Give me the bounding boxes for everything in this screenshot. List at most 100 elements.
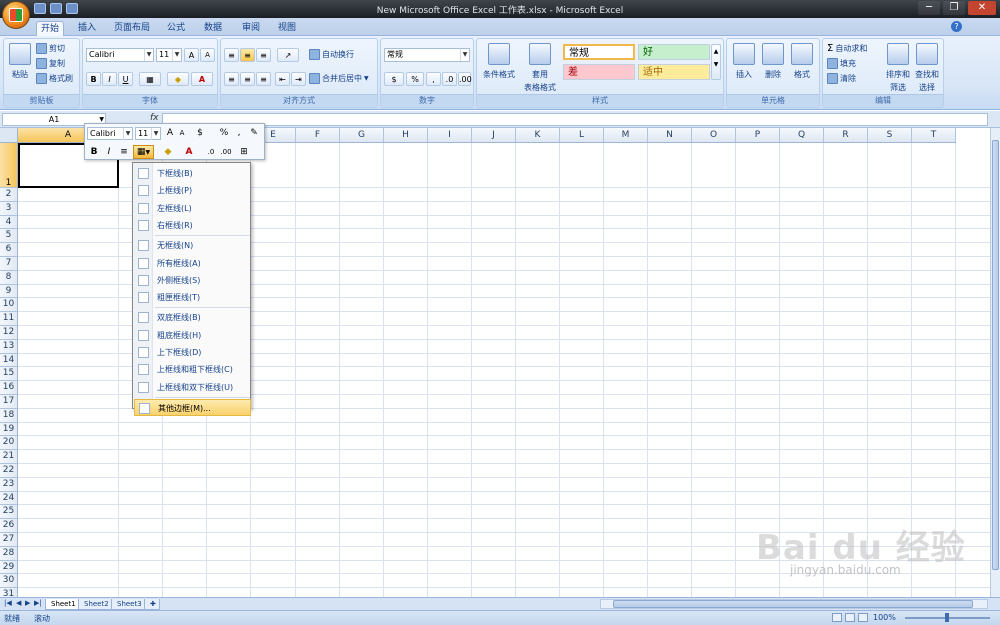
underline-button[interactable]: U — [118, 72, 133, 86]
insert-sheet-button[interactable]: ✚ — [144, 599, 160, 610]
help-icon[interactable]: ? — [951, 21, 962, 32]
maximize-button[interactable]: ❐ — [943, 1, 965, 15]
save-icon[interactable] — [34, 3, 46, 14]
mini-increase-decimal-button[interactable]: .0 — [205, 146, 217, 159]
column-header-j[interactable]: J — [472, 128, 516, 143]
row-header-11[interactable]: 11 — [0, 312, 18, 326]
fill-button[interactable]: 填充 — [827, 58, 856, 69]
tab-view[interactable]: 视图 — [274, 21, 300, 36]
scroll-thumb[interactable] — [992, 140, 999, 570]
style-neutral[interactable]: 适中 — [638, 64, 710, 80]
hscroll-thumb[interactable] — [613, 600, 973, 608]
font-size-combo[interactable]: 11 ▼ — [156, 48, 182, 62]
row-header-15[interactable]: 15 — [0, 367, 18, 382]
select-all-corner[interactable] — [0, 128, 18, 143]
decrease-indent-button[interactable]: ⇤ — [275, 72, 290, 86]
tab-review[interactable]: 审阅 — [238, 21, 264, 36]
row-header-7[interactable]: 7 — [0, 257, 18, 271]
row-header-17[interactable]: 17 — [0, 395, 18, 409]
align-top-button[interactable]: ≡ — [224, 48, 239, 62]
chevron-down-icon[interactable]: ▼ — [144, 49, 153, 61]
tab-home[interactable]: 开始 — [36, 21, 65, 37]
align-center-button[interactable]: ≡ — [240, 72, 255, 86]
cut-button[interactable]: 剪切 — [36, 43, 65, 54]
mini-font-combo[interactable]: Calibri ▼ — [87, 127, 133, 140]
row-header-21[interactable]: 21 — [0, 450, 18, 464]
autosum-button[interactable]: Σ 自动求和 — [827, 43, 867, 54]
border-menu-item-4[interactable]: 无框线(N) — [134, 237, 251, 254]
redo-icon[interactable] — [66, 3, 78, 14]
format-painter-button[interactable]: 格式刷 — [36, 73, 73, 84]
comma-button[interactable]: , — [426, 72, 441, 86]
row-header-6[interactable]: 6 — [0, 243, 18, 257]
page-break-view-button[interactable] — [858, 613, 868, 622]
next-sheet-icon[interactable]: ▶ — [25, 599, 30, 607]
row-header-29[interactable]: 29 — [0, 560, 18, 575]
decrease-decimal-button[interactable]: .00 — [458, 72, 472, 86]
merge-center-button[interactable]: 合并后居中 ▼ — [309, 73, 369, 84]
border-menu-item-9[interactable]: 粗底框线(H) — [134, 327, 251, 344]
minimize-button[interactable]: ─ — [918, 1, 940, 15]
sheet-tab-2[interactable]: Sheet2 — [78, 599, 115, 610]
row-header-18[interactable]: 18 — [0, 408, 18, 423]
row-header-12[interactable]: 12 — [0, 326, 18, 340]
wrap-text-button[interactable]: 自动换行 — [309, 49, 354, 60]
row-header-30[interactable]: 30 — [0, 574, 18, 589]
border-menu-item-1[interactable]: 上框线(P) — [134, 182, 251, 199]
row-header-19[interactable]: 19 — [0, 422, 18, 437]
border-menu-item-12[interactable]: 上框线和双下框线(U) — [134, 379, 251, 396]
column-header-s[interactable]: S — [868, 128, 912, 143]
copy-button[interactable]: 复制 — [36, 58, 65, 69]
align-left-button[interactable]: ≡ — [224, 72, 239, 86]
border-menu-item-6[interactable]: 外侧框线(S) — [134, 272, 251, 289]
office-button[interactable] — [2, 1, 30, 29]
borders-button[interactable]: ▦ — [139, 72, 161, 86]
paste-button[interactable]: 粘贴 — [8, 43, 32, 80]
row-header-22[interactable]: 22 — [0, 464, 18, 478]
column-header-l[interactable]: L — [560, 128, 604, 143]
insert-cells-button[interactable]: 插入 — [731, 43, 757, 80]
row-header-10[interactable]: 10 — [0, 298, 18, 313]
undo-icon[interactable] — [50, 3, 62, 14]
row-header-3[interactable]: 3 — [0, 201, 18, 216]
chevron-down-icon[interactable]: ▼ — [123, 128, 132, 140]
orientation-button[interactable]: ↗ — [277, 48, 299, 62]
row-header-31[interactable]: 31 — [0, 588, 18, 597]
column-header-i[interactable]: I — [428, 128, 472, 143]
mini-grow-font-button[interactable]: A — [165, 127, 175, 140]
style-normal[interactable]: 常规 — [563, 44, 635, 60]
column-header-k[interactable]: K — [516, 128, 560, 143]
mini-borders-button[interactable]: ▦▼ — [133, 145, 154, 159]
tab-formulas[interactable]: 公式 — [163, 21, 189, 36]
border-menu-item-8[interactable]: 双底框线(B) — [134, 309, 251, 326]
mini-size-combo[interactable]: 11 ▼ — [135, 127, 161, 140]
row-header-16[interactable]: 16 — [0, 381, 18, 395]
horizontal-scrollbar[interactable] — [600, 599, 988, 609]
normal-view-button[interactable] — [832, 613, 842, 622]
border-menu-item-5[interactable]: 所有框线(A) — [134, 255, 251, 272]
row-header-24[interactable]: 24 — [0, 491, 18, 506]
delete-cells-button[interactable]: 删除 — [760, 43, 786, 80]
chevron-down-icon[interactable]: ▼ — [460, 49, 469, 61]
align-bottom-button[interactable]: ≡ — [256, 48, 271, 62]
row-header-8[interactable]: 8 — [0, 270, 18, 285]
fill-color-button[interactable]: ◆ — [167, 72, 189, 86]
first-sheet-icon[interactable]: |◀ — [4, 599, 12, 607]
styles-scroll[interactable]: ▲ ▼ — [711, 44, 721, 80]
column-header-f[interactable]: F — [296, 128, 340, 143]
column-header-n[interactable]: N — [648, 128, 692, 143]
mini-bold-button[interactable]: B — [88, 146, 100, 159]
mini-comma-button[interactable]: , — [235, 127, 243, 140]
column-header-o[interactable]: O — [692, 128, 736, 143]
chevron-down-icon[interactable]: ▼ — [151, 128, 160, 140]
mini-merge-button[interactable]: ⊞ — [237, 146, 251, 159]
border-menu-item-0[interactable]: 下框线(B) — [134, 165, 251, 182]
shrink-font-button[interactable]: A — [200, 48, 215, 62]
mini-percent-button[interactable]: % — [217, 127, 231, 140]
increase-indent-button[interactable]: ⇥ — [291, 72, 306, 86]
row-header-23[interactable]: 23 — [0, 477, 18, 492]
align-right-button[interactable]: ≡ — [256, 72, 271, 86]
font-color-button[interactable]: A — [191, 72, 213, 86]
formula-input[interactable] — [162, 113, 988, 126]
column-header-h[interactable]: H — [384, 128, 428, 143]
